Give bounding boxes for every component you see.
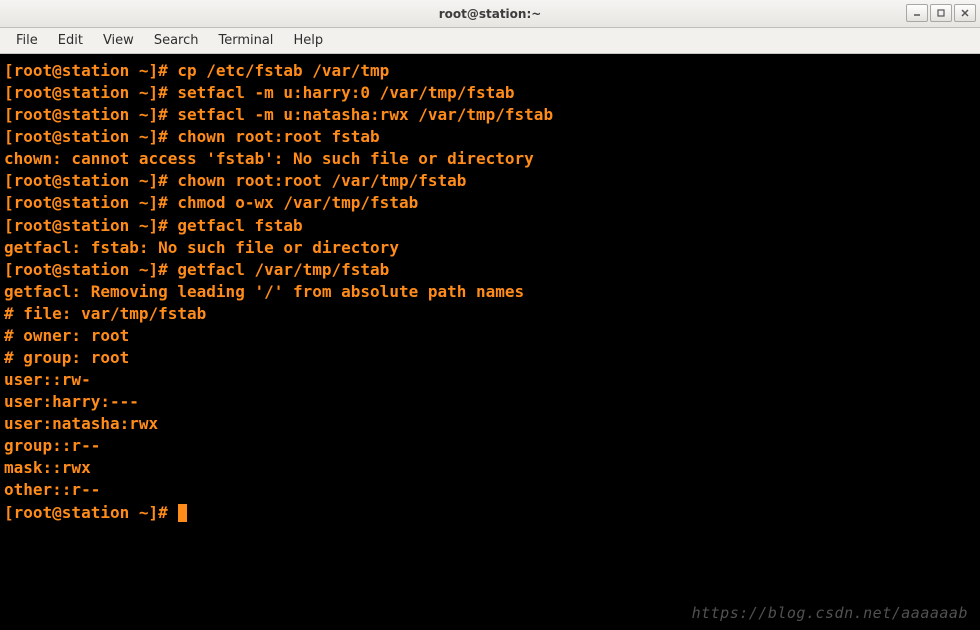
minimize-icon [912,8,922,18]
terminal-line: getfacl: Removing leading '/' from absol… [4,281,976,303]
terminal-line: # owner: root [4,325,976,347]
terminal-line: user:harry:--- [4,391,976,413]
terminal-line: # group: root [4,347,976,369]
menu-edit[interactable]: Edit [48,29,93,52]
menu-bar: File Edit View Search Terminal Help [0,28,980,54]
window-titlebar: root@station:~ [0,0,980,28]
window-title: root@station:~ [439,7,542,21]
terminal-line: [root@station ~]# chmod o-wx /var/tmp/fs… [4,192,976,214]
window-controls [906,4,976,22]
terminal-line: [root@station ~]# setfacl -m u:natasha:r… [4,104,976,126]
terminal-line: [root@station ~]# setfacl -m u:harry:0 /… [4,82,976,104]
terminal-line: [root@station ~]# getfacl fstab [4,215,976,237]
menu-file[interactable]: File [6,29,48,52]
terminal-line: [root@station ~]# [4,502,976,524]
terminal-line: user:natasha:rwx [4,413,976,435]
terminal-line: getfacl: fstab: No such file or director… [4,237,976,259]
terminal-line: mask::rwx [4,457,976,479]
terminal-line: [root@station ~]# chown root:root /var/t… [4,170,976,192]
close-icon [960,8,970,18]
watermark-text: https://blog.csdn.net/aaaaaab [692,603,968,624]
terminal-area[interactable]: [root@station ~]# cp /etc/fstab /var/tmp… [0,54,980,630]
maximize-button[interactable] [930,4,952,22]
terminal-line: [root@station ~]# cp /etc/fstab /var/tmp [4,60,976,82]
terminal-line: [root@station ~]# getfacl /var/tmp/fstab [4,259,976,281]
terminal-line: group::r-- [4,435,976,457]
menu-view[interactable]: View [93,29,144,52]
terminal-line: chown: cannot access 'fstab': No such fi… [4,148,976,170]
minimize-button[interactable] [906,4,928,22]
close-button[interactable] [954,4,976,22]
menu-help[interactable]: Help [283,29,333,52]
menu-terminal[interactable]: Terminal [208,29,283,52]
terminal-line: # file: var/tmp/fstab [4,303,976,325]
maximize-icon [936,8,946,18]
menu-search[interactable]: Search [144,29,209,52]
terminal-line: other::r-- [4,479,976,501]
terminal-cursor [178,504,187,522]
terminal-line: [root@station ~]# chown root:root fstab [4,126,976,148]
terminal-line: user::rw- [4,369,976,391]
